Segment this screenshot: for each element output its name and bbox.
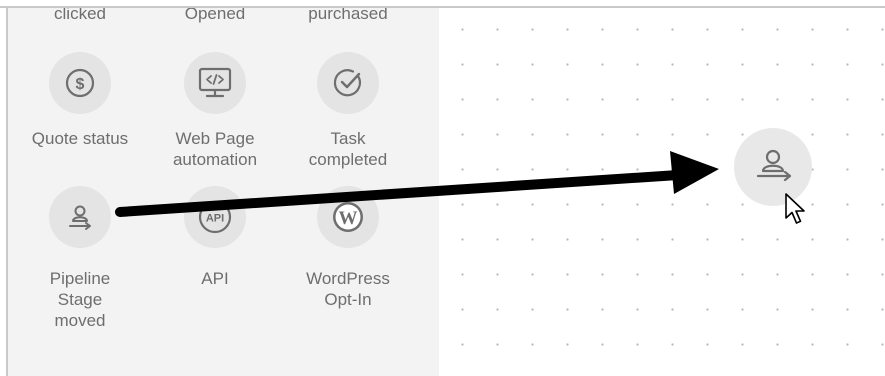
drag-arrow — [115, 151, 719, 217]
workflow-builder: clicked Opened purchased $ Quote status — [0, 0, 885, 376]
mouse-pointer-icon — [785, 193, 805, 224]
